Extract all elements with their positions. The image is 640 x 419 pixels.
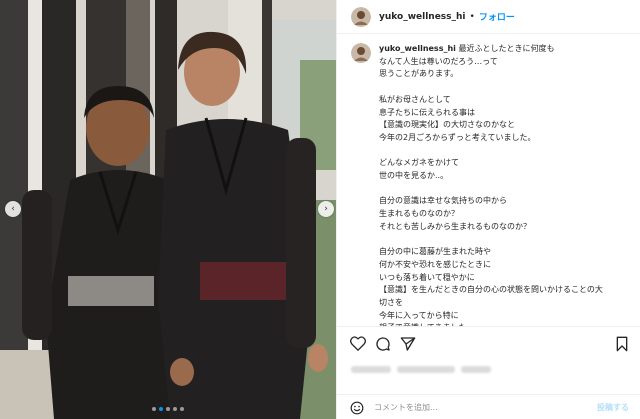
caption-line: 今年に入ってから特に — [379, 310, 459, 320]
likes-row-obscured — [351, 364, 491, 374]
caption-line: 世の中を見るか..。 — [379, 171, 449, 180]
comment-icon[interactable] — [374, 335, 392, 353]
caption-line: 自分の意識は幸せな気持ちの中から — [379, 196, 507, 206]
caption-line — [379, 81, 631, 94]
caption-line: 生まれるものなのか？ — [379, 209, 459, 219]
carousel-dots — [0, 407, 336, 411]
caption-line — [379, 145, 631, 158]
caption-avatar[interactable] — [351, 43, 371, 63]
caption-line: どんなメガネをかけて — [379, 158, 459, 168]
caption-line — [379, 234, 631, 247]
caption-line: 【意識の現実化】の大切さなのかなと — [379, 120, 515, 130]
heart-icon[interactable] — [349, 335, 367, 353]
caption-line: いつも落ち着いて穏やかに — [379, 272, 475, 282]
caption-lines: なんて人生は尊いのだろう…って 思うことがあります。 私がお母さんとして息子たちに伝… — [379, 56, 631, 326]
carousel-prev-button[interactable]: ‹ — [5, 201, 21, 217]
post-comment-button[interactable]: 投稿する — [597, 402, 629, 413]
action-bar — [337, 326, 640, 360]
caption-line — [379, 183, 631, 196]
bookmark-icon[interactable] — [613, 335, 631, 353]
post-side-panel: yuko_wellness_hi • フォロー yuko_wellness_hi… — [336, 0, 640, 419]
follow-button[interactable]: フォロー — [479, 10, 515, 23]
comment-box: コメントを追加... 投稿する — [337, 394, 640, 419]
caption-username[interactable]: yuko_wellness_hi — [379, 44, 456, 53]
post-caption: yuko_wellness_hi 最近ふとしたときに何度も なんて人生は尊いのだ… — [351, 43, 633, 326]
caption-line: 自分の中に葛藤が生まれた時や — [379, 247, 491, 257]
username-link[interactable]: yuko_wellness_hi — [379, 12, 466, 22]
caption-text: yuko_wellness_hi 最近ふとしたときに何度も なんて人生は尊いのだ… — [379, 43, 631, 326]
carousel-dot — [173, 407, 177, 411]
post-header: yuko_wellness_hi • フォロー — [337, 0, 640, 34]
photo-image — [0, 0, 336, 419]
caption-first-line: yuko_wellness_hi 最近ふとしたときに何度も — [379, 44, 555, 53]
share-icon[interactable] — [399, 335, 417, 353]
avatar[interactable] — [351, 6, 371, 27]
carousel-dot — [166, 407, 170, 411]
caption-line: 今年の2月ごろからずっと考えていました。 — [379, 132, 536, 142]
caption-line: なんて人生は尊いのだろう…って — [379, 56, 498, 66]
carousel-dot — [152, 407, 156, 411]
smiley-icon[interactable] — [350, 400, 364, 415]
post-photo[interactable]: ‹ › — [0, 0, 336, 419]
carousel-next-button[interactable]: › — [318, 201, 334, 217]
caption-line: 何か不安や恐れを感じたときに — [379, 259, 491, 269]
carousel-dot — [159, 407, 163, 411]
separator-dot: • — [469, 11, 475, 22]
comment-input[interactable]: コメントを追加... — [374, 402, 438, 413]
caption-line: 息子たちに伝えられる事は — [379, 107, 475, 117]
caption-line: それとも苦しみから生まれるものなのか？ — [379, 221, 531, 231]
caption-line: 思うことがあります。 — [379, 69, 459, 79]
caption-line: 【意識】を生んだときの自分の心の状態を問いかけることの大 — [379, 285, 603, 295]
caption-line: 私がお母さんとして — [379, 94, 451, 104]
caption-line: 切さを — [379, 298, 403, 307]
carousel-dot — [180, 407, 184, 411]
